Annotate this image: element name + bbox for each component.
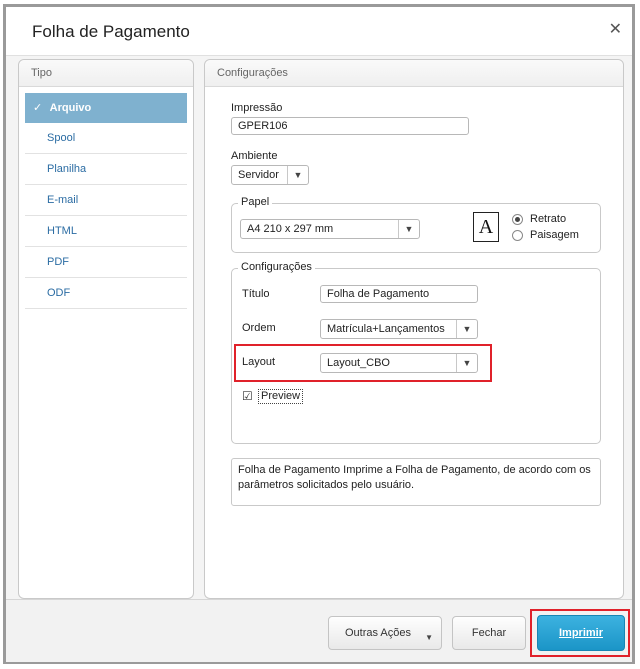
retrato-label: Retrato (530, 213, 567, 225)
papel-select[interactable]: A4 210 x 297 mm ▼ (240, 219, 420, 239)
dialog-title: Folha de Pagamento (32, 22, 190, 41)
configuracoes-legend: Configurações (238, 261, 315, 273)
ambiente-label: Ambiente (231, 150, 278, 162)
close-icon[interactable]: ✕ (609, 19, 622, 39)
config-panel: Configurações Impressão GPER106 Ambiente… (204, 59, 624, 599)
outras-acoes-button[interactable]: Outras Ações ▼ (328, 616, 442, 650)
preview-checkbox[interactable]: ☑ (242, 390, 254, 402)
paisagem-label: Paisagem (530, 229, 579, 241)
tipo-item-arquivo[interactable]: ✓ Arquivo (25, 93, 187, 123)
chevron-down-icon: ▼ (456, 354, 477, 372)
paisagem-radio[interactable] (512, 230, 523, 241)
chevron-down-icon: ▼ (287, 166, 308, 184)
fechar-label: Fechar (471, 627, 507, 639)
tipo-item-label: Arquivo (49, 102, 92, 114)
tipo-item-label: HTML (47, 225, 77, 237)
tipo-item-pdf[interactable]: PDF (25, 247, 187, 278)
tipo-list: ✓ Arquivo Spool Planilha E-mail HTML PDF… (25, 93, 187, 309)
tipo-item-label: E-mail (47, 194, 79, 206)
ordem-label: Ordem (242, 322, 276, 334)
layout-select[interactable]: Layout_CBO ▼ (320, 353, 478, 373)
description-box: Folha de Pagamento Imprime a Folha de Pa… (231, 458, 601, 506)
papel-value: A4 210 x 297 mm (247, 223, 334, 235)
preview-label: Preview (258, 389, 304, 404)
ambiente-select[interactable]: Servidor ▼ (231, 165, 309, 185)
document-icon: A (473, 212, 499, 242)
title-bar: Folha de Pagamento ✕ (6, 7, 632, 56)
chevron-down-icon: ▼ (456, 320, 477, 338)
ambiente-value: Servidor (238, 169, 279, 181)
chevron-down-icon: ▼ (398, 220, 419, 238)
check-icon: ✓ (33, 102, 43, 114)
tipo-panel: Tipo ✓ Arquivo Spool Planilha E-mail HTM… (18, 59, 194, 599)
titulo-label: Título (242, 288, 270, 300)
layout-label: Layout (242, 356, 276, 368)
tipo-item-planilha[interactable]: Planilha (25, 154, 187, 185)
outras-acoes-label: Outras Ações (344, 627, 412, 639)
tipo-item-html[interactable]: HTML (25, 216, 187, 247)
papel-legend: Papel (238, 196, 273, 208)
titulo-field[interactable]: Folha de Pagamento (320, 285, 478, 303)
retrato-radio[interactable] (512, 214, 523, 225)
tipo-item-email[interactable]: E-mail (25, 185, 187, 216)
tipo-panel-header: Tipo (19, 60, 193, 87)
configuracoes-group: Configurações Título Folha de Pagamento … (231, 261, 601, 444)
ordem-value: Matrícula+Lançamentos (327, 323, 445, 335)
fechar-button[interactable]: Fechar (452, 616, 526, 650)
footer: Outras Ações ▼ Fechar Imprimir (6, 599, 632, 662)
impressao-field[interactable]: GPER106 (231, 117, 469, 135)
ordem-select[interactable]: Matrícula+Lançamentos ▼ (320, 319, 478, 339)
tipo-item-spool[interactable]: Spool (25, 123, 187, 154)
config-panel-header: Configurações (205, 60, 623, 87)
tipo-item-odf[interactable]: ODF (25, 278, 187, 309)
imprimir-label: Imprimir (558, 627, 603, 639)
tipo-item-label: Spool (47, 132, 76, 144)
impressao-label: Impressão (231, 102, 283, 114)
tipo-item-label: Planilha (47, 163, 87, 175)
dialog-window: Folha de Pagamento ✕ Tipo ✓ Arquivo Spoo… (3, 4, 635, 664)
tipo-item-label: ODF (47, 287, 71, 299)
chevron-down-icon: ▼ (425, 633, 433, 642)
layout-value: Layout_CBO (327, 357, 390, 369)
imprimir-button[interactable]: Imprimir (537, 615, 625, 651)
papel-group: Papel A4 210 x 297 mm ▼ A Retrato Paisag… (231, 196, 601, 253)
tipo-item-label: PDF (47, 256, 69, 268)
